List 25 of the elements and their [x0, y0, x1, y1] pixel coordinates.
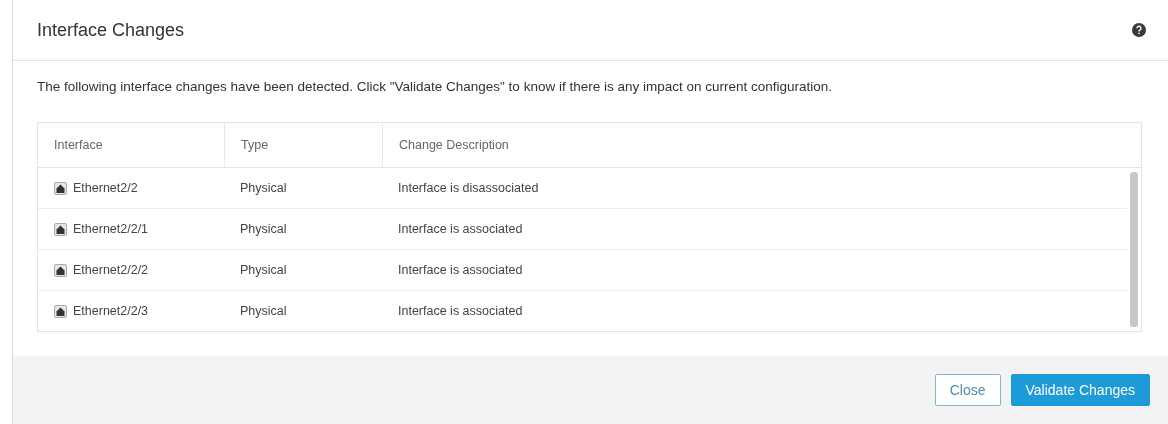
column-header: Interface — [53, 137, 104, 154]
ethernet-port-icon — [54, 304, 67, 318]
scrollbar-thumb[interactable] — [1130, 172, 1138, 327]
ethernet-port-icon — [54, 263, 67, 277]
table-cell-text: Interface is associated — [397, 221, 524, 238]
table-cell: Ethernet2/2 — [73, 181, 138, 195]
column-header: Type — [224, 123, 382, 167]
dialog-title: Interface Changes — [37, 19, 185, 41]
table-cell-text: Interface is disassociated — [397, 180, 540, 197]
info-message: The following interface changes have been detected. Click "Validate Changes" to know if there is any impact on current configuration. — [37, 79, 834, 94]
ethernet-port-icon — [54, 181, 67, 195]
table-cell: Ethernet2/2/1 — [73, 222, 149, 236]
ethernet-port-icon — [54, 222, 67, 236]
help-icon[interactable] — [1132, 23, 1146, 37]
table-cell-text: Interface is associated — [397, 262, 524, 279]
table-cell-text: Physical — [239, 221, 288, 238]
validate-button[interactable]: Validate Changes — [1010, 374, 1150, 406]
table-cell-text: Physical — [239, 303, 288, 320]
table-cell-text: Interface is associated — [397, 303, 524, 320]
table-cell: Ethernet2/2/2 — [73, 263, 149, 277]
column-header: Change Description — [382, 123, 1141, 167]
table-cell: Ethernet2/2/3 — [73, 304, 149, 318]
table-cell-text: Physical — [239, 262, 288, 279]
table-cell-text: Physical — [239, 180, 288, 197]
close-button[interactable]: Close — [934, 374, 1001, 406]
